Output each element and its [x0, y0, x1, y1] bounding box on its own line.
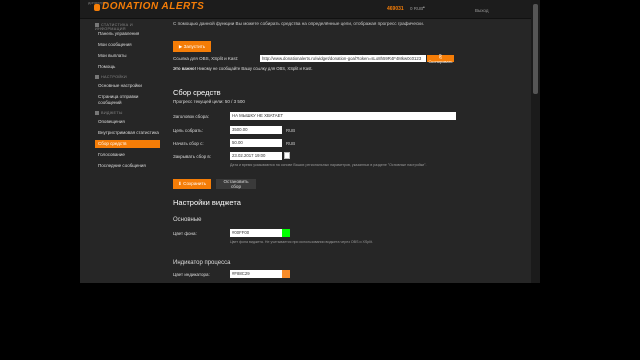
calendar-icon[interactable] — [284, 152, 290, 159]
sidebar-section-label: ВИДЖЕТЫ — [101, 111, 123, 115]
start-amount-label: Начать сбор с: — [173, 141, 204, 146]
goal-amount-unit: RUB — [286, 128, 296, 133]
sidebar-item-last-messages[interactable]: Последние сообщения — [95, 163, 160, 169]
logout-link[interactable]: Выход — [475, 8, 488, 13]
sidebar-section-label: НАСТРОЙКИ — [101, 75, 127, 79]
bg-color-input[interactable]: #00FF00 — [230, 229, 282, 237]
sidebar-section-widgets: ВИДЖЕТЫ — [95, 111, 123, 115]
bg-color-note: Цвет фона виджета. Не учитывается при ис… — [230, 240, 373, 244]
sidebar-item-voting[interactable]: Голосование — [95, 152, 160, 158]
start-amount-input[interactable]: 50.00 — [230, 139, 282, 147]
sidebar-item-payouts[interactable]: Мои выплаты — [95, 53, 160, 59]
scrollbar-thumb[interactable] — [533, 4, 538, 94]
gear-icon — [95, 75, 99, 79]
progress-indicator-title: Индикатор процесса — [173, 260, 231, 266]
sidebar-section-settings: НАСТРОЙКИ — [95, 75, 127, 79]
logo[interactable]: DONATION ALERTS — [102, 1, 204, 12]
start-amount-unit: RUB — [286, 141, 296, 146]
intro-text: С помощью данной функции Вы можете собир… — [173, 21, 425, 26]
progress-value: 50 / 3 500 — [224, 99, 245, 104]
logo-icon — [94, 4, 100, 11]
widget-settings-title: Настройки виджета — [173, 198, 241, 207]
goal-amount-input[interactable]: 3500.00 — [230, 126, 282, 134]
bg-color-label: Цвет фона: — [173, 231, 197, 236]
sidebar-section-label: СТАТИСТИКА И ИНФОРМАЦИЯ — [95, 23, 133, 31]
sidebar-section-stats: СТАТИСТИКА И ИНФОРМАЦИЯ — [95, 23, 160, 31]
warning: Это важно! Никому не сообщайте Вашу ссыл… — [173, 66, 313, 71]
currency-label: 0 RUB — [410, 6, 424, 11]
date-note: Дата и время указываются на основе Ваших… — [230, 163, 427, 167]
sidebar-item-main-settings[interactable]: Основные настройки — [95, 83, 160, 89]
sidebar-item-alerts[interactable]: Оповещения — [95, 119, 160, 125]
app-window: доналерты DONATION ALERTS 469031 0 RUB •… — [80, 0, 540, 283]
progress-label: Прогресс текущей цели: 50 / 3 500 — [173, 99, 245, 104]
save-button[interactable]: ⬇ Сохранить — [173, 179, 211, 189]
basic-section-title: Основные — [173, 217, 202, 223]
widgets-icon — [95, 111, 99, 115]
indicator-color-input[interactable]: #F88C29 — [230, 270, 282, 278]
goal-amount-label: Цель собрать: — [173, 128, 203, 133]
warning-bold: Это важно! — [173, 66, 196, 71]
copy-button[interactable]: ⎘ Скопировать — [427, 54, 454, 64]
obs-link-label: Ссылка для OBS, XSplit и Kast: — [173, 56, 239, 61]
top-bar: доналерты DONATION ALERTS 469031 0 RUB •… — [80, 0, 540, 19]
sidebar-item-stream-stats[interactable]: Внутристримовая статистика — [95, 130, 160, 136]
bg-color-swatch[interactable] — [282, 229, 290, 237]
obs-link-field[interactable]: http://www.donationalerts.ru/widget/dona… — [260, 55, 426, 62]
goal-title-input[interactable]: НА МЫШКУ НЕ ХВАТАЕТ — [230, 112, 456, 120]
sidebar-item-dashboard[interactable]: Панель управления — [95, 31, 160, 37]
sidebar-item-help[interactable]: Помощь — [95, 64, 160, 70]
sidebar: СТАТИСТИКА И ИНФОРМАЦИЯ Панель управлени… — [80, 19, 160, 283]
goal-title-label: Заголовок сбора: — [173, 114, 209, 119]
sidebar-item-messages[interactable]: Мои сообщения — [95, 42, 160, 48]
sidebar-item-send-page-line2[interactable]: сообщений — [95, 100, 160, 106]
launch-button[interactable]: ▶ Запустить — [173, 41, 211, 52]
progress-label-text: Прогресс текущей цели: — [173, 99, 224, 104]
warning-text: Никому не сообщайте Вашу ссылку для OBS,… — [197, 66, 313, 71]
indicator-color-swatch[interactable] — [282, 270, 290, 278]
end-date-label: Закрывать сбор в: — [173, 154, 212, 159]
user-avatar[interactable]: • — [423, 5, 425, 11]
end-date-input[interactable]: 23.02.2017 19:00 — [230, 152, 282, 160]
balance-value: 469031 — [387, 6, 404, 12]
stop-button[interactable]: Остановить сбор — [216, 179, 256, 189]
indicator-color-label: Цвет индикатора: — [173, 272, 210, 277]
section-title: Сбор средств — [173, 88, 221, 97]
sidebar-item-fundraising[interactable]: Сбор средств — [95, 140, 160, 148]
